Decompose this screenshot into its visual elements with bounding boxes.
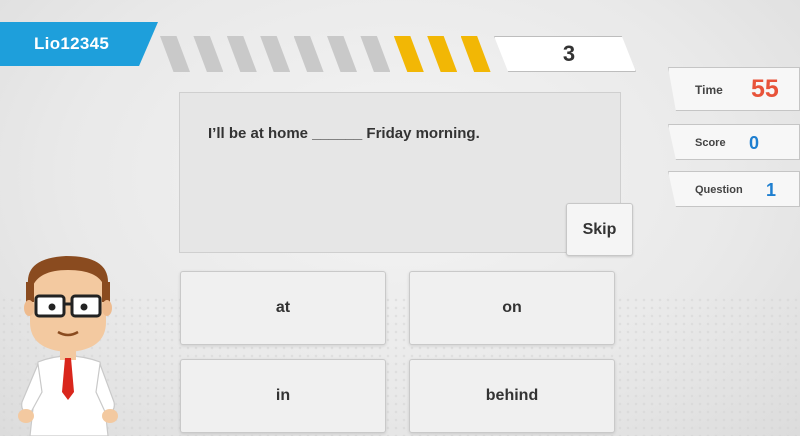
answer-button-on[interactable]: on [409,271,615,345]
progress-segment [327,36,357,72]
skip-button[interactable]: Skip [566,203,633,256]
progress-segment [193,36,224,72]
question-number-panel: Question 1 [668,171,800,207]
progress-segment [226,36,257,72]
time-panel: Time 55 [668,67,800,111]
progress-segment [393,36,424,72]
username-label: Lio12345 [34,34,110,53]
answer-button-behind[interactable]: behind [409,359,615,433]
progress-segment [460,36,491,72]
question-card: I’ll be at home ______ Friday morning. [179,92,621,253]
score-value: 0 [749,133,760,153]
teacher-character-avatar [18,256,118,436]
progress-segment [360,36,391,72]
question-number-label: Question [695,184,743,196]
score-panel: Score 0 [668,124,800,160]
answer-button-at[interactable]: at [180,271,386,345]
username-badge: Lio12345 [0,22,158,66]
time-label: Time [695,83,723,97]
progress-segment [260,36,291,72]
progress-count: 3 [494,36,636,72]
time-value: 55 [751,75,779,103]
answer-button-in[interactable]: in [180,359,386,433]
question-number-value: 1 [766,180,777,200]
progress-count-value: 3 [562,41,576,66]
question-text: I’ll be at home ______ Friday morning. [208,125,480,142]
score-label: Score [695,137,726,149]
progress-segment [427,36,458,72]
progress-segment [293,36,324,72]
progress-segment [160,36,190,72]
